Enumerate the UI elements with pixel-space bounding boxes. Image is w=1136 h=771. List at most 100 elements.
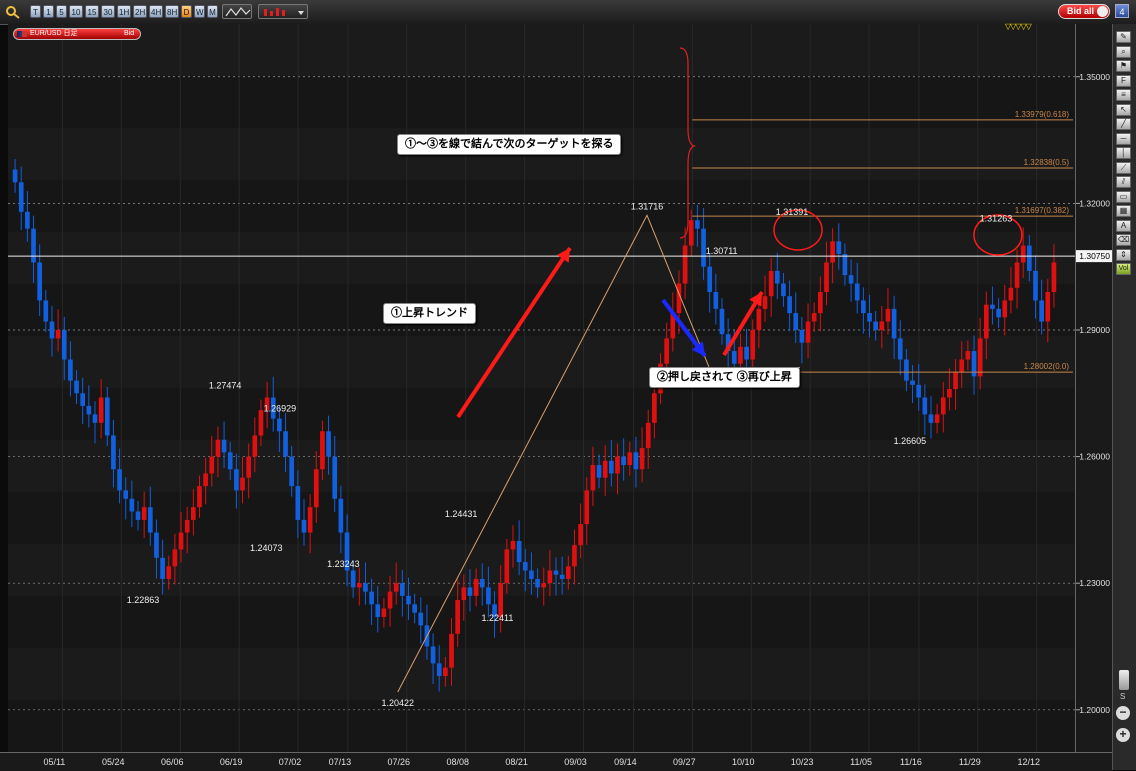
candle[interactable] bbox=[147, 507, 153, 533]
candle[interactable] bbox=[553, 570, 559, 575]
candle[interactable] bbox=[707, 266, 713, 292]
candle[interactable] bbox=[781, 283, 786, 297]
candle[interactable] bbox=[18, 182, 24, 212]
candle[interactable] bbox=[215, 439, 221, 457]
candle[interactable] bbox=[522, 562, 528, 571]
candle[interactable] bbox=[596, 465, 602, 478]
candle[interactable] bbox=[443, 667, 448, 677]
candle[interactable] bbox=[1002, 300, 1008, 318]
candle[interactable] bbox=[688, 220, 694, 246]
candle[interactable] bbox=[455, 600, 460, 634]
candle[interactable] bbox=[258, 410, 264, 436]
candle[interactable] bbox=[1033, 270, 1038, 301]
candle[interactable] bbox=[639, 448, 645, 470]
candle[interactable] bbox=[959, 359, 965, 373]
candle[interactable] bbox=[473, 578, 479, 596]
timeframe-W[interactable]: W bbox=[194, 5, 205, 18]
candle[interactable] bbox=[977, 338, 983, 377]
candle[interactable] bbox=[160, 557, 165, 579]
candle[interactable] bbox=[891, 308, 897, 339]
candle[interactable] bbox=[369, 591, 374, 605]
candle[interactable] bbox=[381, 608, 387, 617]
candle[interactable] bbox=[609, 460, 614, 474]
candle[interactable] bbox=[166, 566, 172, 579]
candle[interactable] bbox=[811, 313, 817, 322]
candle[interactable] bbox=[430, 646, 436, 664]
candle[interactable] bbox=[565, 566, 571, 579]
candle[interactable] bbox=[277, 418, 282, 432]
candle[interactable] bbox=[252, 435, 258, 457]
candle[interactable] bbox=[529, 570, 534, 579]
timeframe-8H[interactable]: 8H bbox=[165, 5, 179, 18]
candle[interactable] bbox=[43, 300, 49, 322]
candle[interactable] bbox=[498, 583, 504, 617]
candle[interactable] bbox=[197, 486, 202, 508]
candle[interactable] bbox=[578, 524, 583, 546]
candle[interactable] bbox=[879, 321, 885, 330]
candle[interactable] bbox=[178, 532, 184, 550]
candle[interactable] bbox=[885, 308, 891, 322]
timeframe-15[interactable]: 15 bbox=[85, 5, 99, 18]
candle[interactable] bbox=[154, 532, 159, 558]
candle[interactable] bbox=[910, 380, 915, 385]
candle[interactable] bbox=[1045, 291, 1051, 322]
candle[interactable] bbox=[172, 549, 178, 567]
candle[interactable] bbox=[246, 456, 251, 478]
candle[interactable] bbox=[584, 490, 590, 525]
candle[interactable] bbox=[744, 346, 749, 360]
candle[interactable] bbox=[922, 397, 928, 415]
candle[interactable] bbox=[61, 329, 67, 360]
candle[interactable] bbox=[313, 469, 319, 508]
candle[interactable] bbox=[535, 578, 540, 588]
candle[interactable] bbox=[191, 507, 196, 520]
candle[interactable] bbox=[940, 397, 946, 415]
vline-icon[interactable]: │ bbox=[1116, 147, 1131, 159]
candle[interactable] bbox=[627, 452, 633, 466]
zoom-out-icon[interactable]: − bbox=[1116, 706, 1130, 720]
candle[interactable] bbox=[633, 452, 639, 470]
flag-icon[interactable]: ⚑ bbox=[1116, 60, 1131, 72]
candle-style-icon[interactable] bbox=[258, 4, 308, 19]
candle[interactable] bbox=[953, 372, 958, 390]
search-icon[interactable] bbox=[4, 5, 24, 19]
candle[interactable] bbox=[731, 351, 737, 364]
candle[interactable] bbox=[86, 405, 92, 415]
date-axis[interactable]: 05/11 05/24 06/06 06/19 07/02 07/13 07/26 08/08… bbox=[0, 752, 1112, 771]
timeframe-M[interactable]: M bbox=[207, 5, 218, 18]
candle[interactable] bbox=[762, 296, 768, 309]
candle[interactable] bbox=[928, 414, 934, 423]
vol-icon[interactable]: Vol bbox=[1116, 263, 1131, 275]
candle[interactable] bbox=[774, 270, 780, 284]
candle[interactable] bbox=[971, 351, 977, 377]
candle[interactable] bbox=[1020, 245, 1026, 263]
candle[interactable] bbox=[320, 431, 325, 470]
candle[interactable] bbox=[55, 329, 61, 339]
channel-icon[interactable]: ⫽ bbox=[1116, 176, 1131, 188]
symbol-badge[interactable]: EUR/USD 日足 Bid bbox=[13, 28, 141, 40]
candle[interactable] bbox=[602, 460, 608, 478]
candle[interactable] bbox=[123, 490, 129, 499]
candle[interactable] bbox=[295, 486, 301, 520]
candle[interactable] bbox=[867, 313, 872, 322]
candle[interactable] bbox=[738, 346, 743, 364]
candle[interactable] bbox=[135, 511, 141, 520]
candle[interactable] bbox=[787, 296, 792, 314]
candle[interactable] bbox=[621, 456, 626, 466]
candle[interactable] bbox=[559, 574, 565, 579]
trend-icon[interactable]: ⟋ bbox=[1116, 161, 1131, 174]
rect-icon[interactable]: ▭ bbox=[1116, 190, 1131, 203]
timeframe-1H[interactable]: 1H bbox=[117, 5, 131, 18]
candle[interactable] bbox=[695, 220, 700, 229]
candle[interactable] bbox=[990, 304, 995, 309]
candle[interactable] bbox=[400, 583, 405, 596]
candle[interactable] bbox=[356, 583, 362, 588]
timeframe-5[interactable]: 5 bbox=[56, 5, 67, 18]
scale-slider[interactable] bbox=[1119, 670, 1129, 690]
zoom-in-icon[interactable]: + bbox=[1116, 728, 1130, 742]
timeframe-4H[interactable]: 4H bbox=[149, 5, 163, 18]
candle[interactable] bbox=[240, 477, 245, 491]
candle[interactable] bbox=[842, 254, 848, 276]
candle[interactable] bbox=[301, 519, 307, 533]
candle[interactable] bbox=[510, 540, 516, 550]
candle[interactable] bbox=[1039, 300, 1044, 322]
